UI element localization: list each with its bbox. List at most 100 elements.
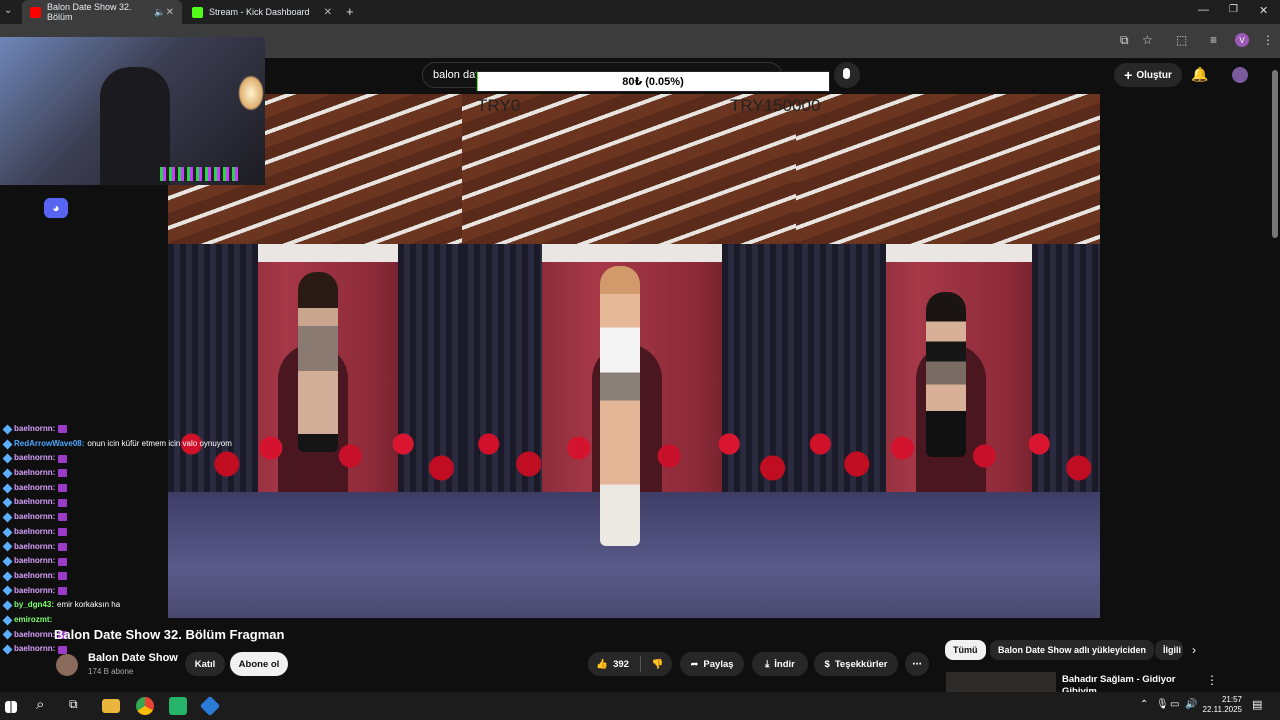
streamer-webcam [0, 37, 265, 185]
emote-icon [58, 528, 68, 537]
thanks-button[interactable]: $ Teşekkürler [814, 652, 898, 676]
restore-icon[interactable]: ❐ [1229, 4, 1238, 15]
thanks-label: Teşekkürler [834, 658, 888, 670]
rgb-keyboard [160, 167, 240, 181]
new-tab-button[interactable]: + [346, 4, 354, 19]
chip-all[interactable]: Tümü [945, 640, 986, 660]
chat-text: emir korkaksın ha [57, 600, 121, 610]
emote-icon [58, 454, 68, 463]
volume-icon[interactable]: 🔊 [1185, 699, 1197, 710]
chat-username[interactable]: emirozmt: [14, 613, 52, 628]
chat-badge-icon [2, 556, 13, 567]
discord-icon: ◕ [44, 198, 68, 218]
recommendation-menu-icon[interactable]: ⋮ [1206, 673, 1218, 687]
emote-icon [58, 572, 68, 581]
notifications-bell-icon[interactable]: 🔔 [1191, 66, 1208, 83]
chat-username[interactable]: baelnornn: [14, 525, 55, 540]
page-scrollbar[interactable] [1272, 70, 1278, 238]
donation-goal-bar: 80₺ (0.05%) [476, 71, 830, 92]
browser-menu-icon[interactable]: ⋮ [1262, 33, 1274, 47]
tab-youtube-title: Balon Date Show 32. Bölüm [47, 2, 132, 22]
chat-message: baelnornn: [2, 510, 282, 525]
channel-avatar[interactable] [56, 654, 78, 676]
chip-from-uploader[interactable]: Balon Date Show adlı yükleyiciden [990, 640, 1155, 660]
lamp [238, 75, 264, 111]
minimize-icon[interactable]: — [1198, 4, 1209, 16]
voice-search-button[interactable] [834, 62, 860, 88]
tab-list-icon[interactable]: ⌄ [4, 5, 12, 16]
chat-username[interactable]: baelnornn: [14, 540, 55, 555]
share-button[interactable]: ➦ Paylaş [680, 652, 744, 676]
download-button[interactable]: ⤓ İndir [752, 652, 808, 676]
chat-username[interactable]: baelnornn: [14, 628, 55, 643]
video-frame-center [462, 94, 796, 618]
microphone-tray-icon[interactable]: 🎙 [1156, 699, 1169, 710]
recommendation-thumbnail[interactable] [946, 672, 1056, 692]
chat-badge-icon [2, 541, 13, 552]
chat-badge-icon [2, 630, 13, 640]
emote-icon [58, 513, 68, 522]
youtube-icon [30, 6, 41, 18]
chat-badge-icon [2, 585, 13, 596]
tab-kick-dashboard[interactable]: Stream - Kick Dashboard ✕ [184, 0, 340, 24]
create-button[interactable]: + Oluştur [1114, 63, 1182, 87]
emote-icon [58, 498, 68, 507]
video-frame-right [796, 94, 1100, 618]
chat-username[interactable]: baelnornn: [14, 584, 55, 599]
plus-icon: + [1124, 67, 1133, 83]
chat-badge-icon [2, 644, 13, 655]
taskbar-clock[interactable]: 21:57 22.11.2025 [1198, 695, 1242, 715]
file-explorer-icon[interactable] [102, 699, 120, 713]
chat-badge-icon [2, 439, 13, 449]
channel-name[interactable]: Balon Date Show [88, 652, 178, 664]
tray-chevron-icon[interactable]: ⌃ [1140, 699, 1148, 710]
account-avatar[interactable] [1232, 67, 1248, 83]
bookmark-star-icon[interactable]: ☆ [1142, 33, 1153, 47]
extensions-icon[interactable]: ⬚ [1176, 33, 1187, 47]
chat-username[interactable]: baelnornn: [14, 569, 55, 584]
clock-time: 21:57 [1221, 695, 1242, 704]
chat-username[interactable]: baelnornn: [14, 466, 55, 481]
network-icon[interactable]: ▭ [1170, 699, 1179, 710]
chat-username[interactable]: by_dgn43: [14, 598, 54, 613]
notifications-icon[interactable]: ▤ [1252, 698, 1262, 711]
join-button[interactable]: Katıl [185, 652, 225, 676]
chat-username[interactable]: RedArrowWave08: [14, 437, 84, 452]
emote-icon [58, 557, 68, 566]
chip-related[interactable]: İlgili [1155, 640, 1183, 660]
chat-badge-icon [2, 512, 13, 523]
like-dislike-group[interactable]: 👍 392 👎 [588, 652, 672, 676]
chat-badge-icon [2, 483, 13, 494]
close-window-icon[interactable]: ✕ [1259, 4, 1268, 17]
thumbs-down-icon[interactable]: 👎 [652, 659, 664, 670]
media-controls-icon[interactable]: ≡ [1210, 33, 1217, 47]
thumbs-up-icon[interactable]: 👍 [596, 659, 608, 670]
chat-username[interactable]: baelnornn: [14, 422, 55, 437]
chat-username[interactable]: baelnornn: [14, 481, 55, 496]
close-tab-icon[interactable]: ✕ [324, 7, 332, 18]
chat-username[interactable]: baelnornn: [14, 495, 55, 510]
video-player[interactable] [168, 94, 1100, 618]
windows-start-icon[interactable] [5, 701, 17, 713]
cast-icon[interactable]: ⧉ [1120, 33, 1129, 48]
subscribe-button[interactable]: Abone ol [230, 652, 288, 676]
chat-username[interactable]: baelnornn: [14, 510, 55, 525]
chat-message: baelnornn: [2, 481, 282, 496]
close-tab-icon[interactable]: ✕ [166, 7, 174, 18]
search-icon[interactable]: ⌕ [36, 696, 44, 713]
profile-avatar[interactable]: V [1235, 33, 1249, 47]
chat-username[interactable]: baelnornn: [14, 451, 55, 466]
download-label: İndir [774, 658, 795, 670]
chat-badge-icon [2, 527, 13, 538]
chat-badge-icon [2, 424, 13, 435]
kick-app-icon[interactable] [169, 697, 187, 715]
task-view-icon[interactable]: ⧉ [69, 697, 78, 712]
more-actions-icon[interactable]: ⋯ [905, 652, 929, 676]
tab-youtube[interactable]: Balon Date Show 32. Bölüm 🔈 ✕ [22, 0, 182, 24]
chrome-icon[interactable] [136, 697, 154, 715]
chat-username[interactable]: baelnornn: [14, 554, 55, 569]
chevron-right-icon[interactable]: › [1192, 643, 1196, 657]
chat-message: baelnornn: [2, 451, 282, 466]
chat-username[interactable]: baelnornn: [14, 642, 55, 657]
like-count: 392 [613, 658, 629, 670]
